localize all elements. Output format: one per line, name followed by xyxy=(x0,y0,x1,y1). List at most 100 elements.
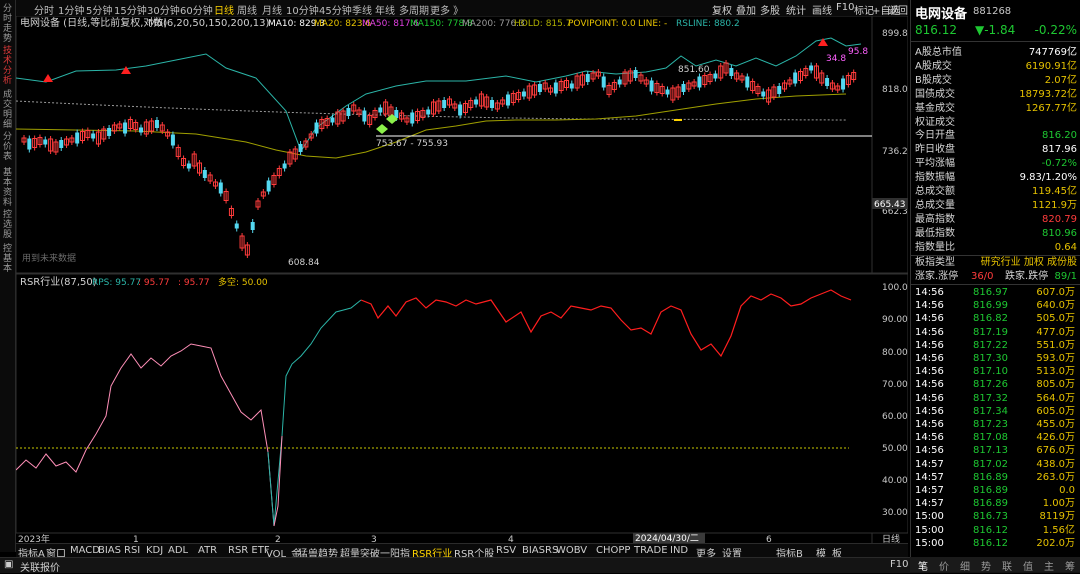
period-tab[interactable]: 45分钟 xyxy=(319,2,352,17)
period-tab[interactable]: 5分钟 xyxy=(86,2,112,17)
candle-body-down xyxy=(681,84,686,92)
trade-price: 817.10 xyxy=(973,366,1008,378)
period-tab[interactable]: 1分钟 xyxy=(58,2,84,17)
trade-row: 14:56 816.99 640.0万 xyxy=(913,299,1077,312)
trade-price: 816.89 xyxy=(973,471,1008,483)
quote-value: 810.96 xyxy=(1042,227,1077,239)
period-tab[interactable]: 分时 xyxy=(34,2,54,17)
left-tab[interactable]: 控选股 xyxy=(1,210,14,240)
left-tab[interactable]: 成交明细 xyxy=(1,90,14,130)
indicator-tab[interactable]: WOBV xyxy=(556,545,587,556)
chart-area[interactable]: 电网设备 (日线,等比前复权,对数) M6(6,20,50,150,200,13… xyxy=(16,16,908,543)
quote-label: 总成交额 xyxy=(915,186,955,197)
period-tab[interactable]: 日线 xyxy=(214,2,234,17)
price-change-pct: -0.22% xyxy=(1034,23,1077,37)
period-tab[interactable]: 月线 xyxy=(262,2,282,17)
indicator-tab[interactable]: RSV xyxy=(496,545,516,556)
main-pane xyxy=(16,16,908,274)
indicator-value: HOLD: 815.7 xyxy=(514,19,571,29)
left-tab[interactable]: 分价表 xyxy=(1,132,14,162)
trade-time: 14:57 xyxy=(915,485,944,496)
toolbar-button[interactable]: 多股 xyxy=(760,2,780,17)
indicator-tab[interactable]: KDJ xyxy=(146,545,163,556)
quote-label: 今日开盘 xyxy=(915,130,955,142)
trade-time: 15:00 xyxy=(915,537,944,549)
rsr-y-tick: 90.00 xyxy=(882,315,908,325)
toolbar-button[interactable]: 叠加 xyxy=(736,2,756,17)
candle-body-down xyxy=(585,74,590,82)
trade-row: 14:56 817.08 426.0万 xyxy=(913,431,1077,444)
left-tab[interactable]: 基本资料 xyxy=(1,168,14,208)
last-price: 816.12 xyxy=(915,23,957,37)
period-tab[interactable]: 10分钟 xyxy=(286,2,319,17)
period-tab[interactable]: 15分钟 xyxy=(114,2,147,17)
indicator-tab[interactable]: ADL xyxy=(168,545,188,556)
trade-price: 816.89 xyxy=(973,498,1008,510)
quote-panel: 电网设备 881268 816.12 ▼-1.84 -0.22% A股总市值 74… xyxy=(910,0,1080,557)
candle-body-down xyxy=(537,84,542,92)
candle-body-down xyxy=(729,68,734,76)
quote-panel-tab[interactable]: 笔 xyxy=(918,558,928,573)
trade-time: 14:56 xyxy=(915,405,944,417)
price-change: ▼-1.84 xyxy=(975,23,1016,37)
trade-row: 14:56 817.13 676.0万 xyxy=(913,444,1077,457)
toolbar-button[interactable]: F10 xyxy=(836,2,854,13)
period-tab[interactable]: 季线 xyxy=(352,2,372,17)
candle-body-down xyxy=(250,222,255,230)
quote-panel-tab[interactable]: 细 xyxy=(960,558,970,573)
period-tab[interactable]: 30分钟 xyxy=(147,2,180,17)
trade-row: 14:57 817.02 438.0万 xyxy=(913,458,1077,471)
trade-volume: 0.0 xyxy=(1059,485,1075,496)
period-tab[interactable]: 60分钟 xyxy=(180,2,213,17)
period-tab[interactable]: 年线 xyxy=(375,2,395,17)
quote-panel-tab[interactable]: 联 xyxy=(1002,558,1012,573)
trade-time: 14:57 xyxy=(915,498,944,510)
quote-row: 指数量比 0.64 xyxy=(915,241,1077,254)
candle-body-down xyxy=(649,80,654,92)
f10-key[interactable]: F10 xyxy=(890,559,908,570)
trade-time: 14:56 xyxy=(915,366,944,378)
period-tab[interactable]: 周线 xyxy=(237,2,257,17)
quote-value: 9.83/1.20% xyxy=(1019,172,1077,184)
quote-panel-tab[interactable]: 筹 xyxy=(1065,558,1075,573)
period-tab[interactable]: 多周期 xyxy=(399,2,429,17)
toolbar-button[interactable]: 统计 xyxy=(786,2,806,17)
quote-panel-tab[interactable]: 值 xyxy=(1023,558,1033,573)
left-tab[interactable]: 控基本 xyxy=(1,244,14,274)
left-tab[interactable]: 分时走势 xyxy=(1,4,14,44)
left-tab[interactable]: 技术分析 xyxy=(1,46,14,86)
candle-body-down xyxy=(123,122,128,134)
candle-body-down xyxy=(426,109,431,115)
toolbar-button[interactable]: 标记 xyxy=(854,2,874,17)
toolbar-button[interactable]: 复权 xyxy=(712,2,732,17)
candle-body-down xyxy=(841,78,846,90)
trade-price: 817.23 xyxy=(973,419,1008,430)
quote-label: 最高指数 xyxy=(915,213,955,225)
indicator-tab[interactable]: MACD xyxy=(70,545,100,556)
indicator-tab[interactable]: BIASRS xyxy=(522,545,558,556)
indicator-tab[interactable]: IND xyxy=(670,545,688,556)
quote-panel-tab[interactable]: 价 xyxy=(939,558,949,573)
rsr-y-tick: 70.00 xyxy=(882,380,908,390)
indicator-tab[interactable]: RSR ETF xyxy=(228,545,270,556)
y-tick: 736.2 xyxy=(882,147,908,157)
indicator-tab[interactable]: TRADE xyxy=(634,545,668,556)
toolbar-button[interactable]: 画线 xyxy=(812,2,832,17)
indicator-tab[interactable]: ATR xyxy=(198,545,217,556)
quote-row: 总成交量 1121.9万 xyxy=(915,199,1077,212)
indicator-tab[interactable]: RSI xyxy=(124,545,140,556)
trade-volume: 263.0万 xyxy=(1036,471,1075,483)
trade-row: 14:56 816.82 505.0万 xyxy=(913,312,1077,325)
quote-panel-tab[interactable]: 势 xyxy=(981,558,991,573)
quote-panel-tab[interactable]: 主 xyxy=(1044,558,1054,573)
ma-annotation-2: 95.8 xyxy=(848,47,868,57)
board-type-value: 研究行业 加权 成份股 xyxy=(980,257,1077,268)
indicator-tab[interactable]: BIAS xyxy=(98,545,121,556)
indicator-tab[interactable]: CHOPP xyxy=(596,545,630,556)
period-tab[interactable]: 更多 》 xyxy=(430,2,463,17)
trade-volume: 605.0万 xyxy=(1036,405,1075,417)
rsr-pane xyxy=(16,273,908,534)
trade-time: 14:56 xyxy=(915,392,944,404)
toolbar-button[interactable]: 返回 xyxy=(888,2,908,17)
trade-volume: 513.0万 xyxy=(1036,366,1075,378)
